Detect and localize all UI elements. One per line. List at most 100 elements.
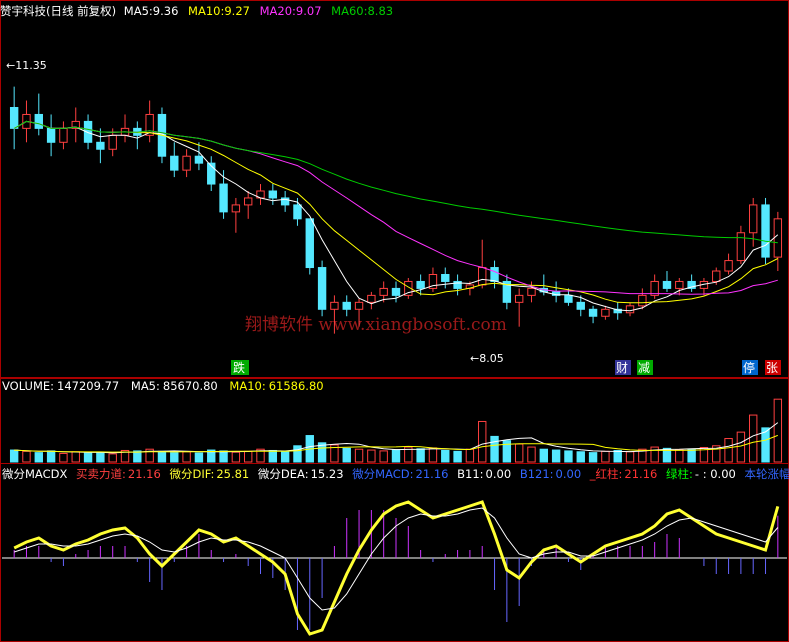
volume-bar	[96, 451, 105, 463]
candle-body	[342, 301, 351, 310]
price-legend: 赞宇科技(日线 前复权) MA5:9.36 MA10:9.27 MA20:9.0…	[0, 4, 393, 18]
volume-bar	[34, 452, 43, 463]
volume-bar	[182, 451, 191, 463]
ma60-line	[13, 120, 778, 244]
candle-body	[305, 218, 314, 269]
candle-body	[34, 113, 43, 129]
volume-bar	[157, 450, 167, 463]
macd-legend: 微分MACDX 买卖力道: 21.16 微分DIF: 25.81 微分DEA: 15.…	[2, 467, 789, 481]
candle-body	[576, 301, 585, 310]
volume-bar	[367, 449, 376, 463]
volume-bar	[108, 453, 117, 463]
volume-bar	[441, 449, 450, 463]
candle-body	[625, 305, 635, 314]
candle-body	[96, 141, 105, 150]
volume-bar	[749, 414, 758, 463]
volume-bar	[465, 448, 475, 463]
stock-chart: 翔博软件 www.xiangbosoft.com ←11.35 ←8.05 跌 …	[0, 0, 789, 642]
candle-body	[9, 107, 19, 129]
volume-bar	[736, 431, 746, 463]
volume-bar	[268, 449, 278, 463]
volume-bar	[588, 452, 598, 463]
candle-body	[59, 127, 68, 143]
volume-bar	[613, 449, 622, 463]
candle-body	[317, 267, 327, 310]
svg-text:减: 减	[638, 361, 650, 375]
volume-bar	[280, 451, 290, 463]
candle-body	[46, 127, 56, 143]
volume-bar	[71, 451, 80, 463]
candle-body	[638, 294, 647, 307]
volume-bar	[478, 420, 487, 463]
candle-body	[379, 287, 388, 296]
svg-text:停: 停	[743, 360, 755, 375]
candle-body	[194, 155, 204, 164]
candle-body	[391, 287, 401, 296]
candle-body	[662, 280, 672, 289]
ma10-line	[13, 120, 779, 304]
svg-text:张: 张	[766, 361, 778, 375]
candle-body	[367, 294, 376, 303]
candle-body	[231, 204, 241, 213]
svg-text:跌: 跌	[233, 360, 245, 375]
signal-die: 跌	[231, 360, 249, 375]
candle-body	[293, 204, 302, 220]
volume-bar	[490, 435, 499, 463]
volume-bar	[83, 452, 93, 463]
volume-bar	[293, 445, 302, 463]
volume-bar	[22, 450, 31, 463]
candle-body	[330, 301, 339, 310]
volume-layer	[9, 398, 783, 463]
volume-bar	[170, 452, 179, 463]
signal-jian: 减	[637, 360, 653, 375]
volume-bar	[219, 450, 228, 463]
volume-bar	[539, 448, 549, 463]
candle-body	[736, 232, 746, 262]
volume-bar	[724, 438, 733, 463]
candle-body	[749, 204, 758, 234]
signal-ting: 停	[742, 360, 758, 375]
candle-body	[588, 308, 598, 317]
volume-bar	[194, 452, 204, 463]
signal-cai: 财	[615, 360, 631, 375]
candle-body	[354, 301, 364, 310]
candle-body	[182, 155, 191, 171]
candles-layer	[9, 86, 783, 334]
volume-bar	[514, 443, 524, 463]
volume-bar	[650, 446, 659, 463]
ma20-line	[13, 120, 778, 295]
volume-bar	[453, 450, 462, 463]
low-price-marker: ←8.05	[470, 352, 504, 365]
candle-body	[761, 204, 770, 258]
volume-bar	[551, 449, 561, 463]
volume-bar	[379, 450, 388, 463]
volume-bar	[59, 452, 68, 463]
volume-bar	[391, 449, 401, 463]
candle-body	[268, 190, 278, 199]
volume-bar	[9, 449, 19, 463]
volume-bar	[354, 448, 364, 463]
candle-body	[527, 287, 536, 296]
volume-bar	[601, 450, 610, 463]
volume-bar	[564, 450, 573, 463]
high-price-marker: ←11.35	[6, 59, 47, 72]
volume-bar	[243, 450, 253, 463]
volume-bar	[773, 398, 783, 463]
candle-body	[675, 280, 684, 289]
candle-body	[108, 134, 117, 150]
signal-zhang: 张	[765, 360, 781, 375]
volume-legend: VOLUME: 147209.77 MA5: 85670.80 MA10: 61586…	[2, 379, 324, 393]
candle-body	[243, 197, 253, 206]
candle-body	[490, 267, 499, 282]
watermark: 翔博软件 www.xiangbosoft.com	[245, 315, 507, 335]
macd-layer	[2, 500, 787, 636]
candle-body	[773, 218, 783, 258]
candle-body	[219, 183, 228, 213]
volume-bar	[342, 447, 351, 463]
volume-bar	[625, 451, 635, 463]
candle-body	[441, 274, 450, 282]
volume-bar	[527, 446, 536, 463]
volume-bar	[687, 448, 696, 463]
candle-body	[170, 155, 179, 171]
candle-body	[416, 280, 425, 289]
